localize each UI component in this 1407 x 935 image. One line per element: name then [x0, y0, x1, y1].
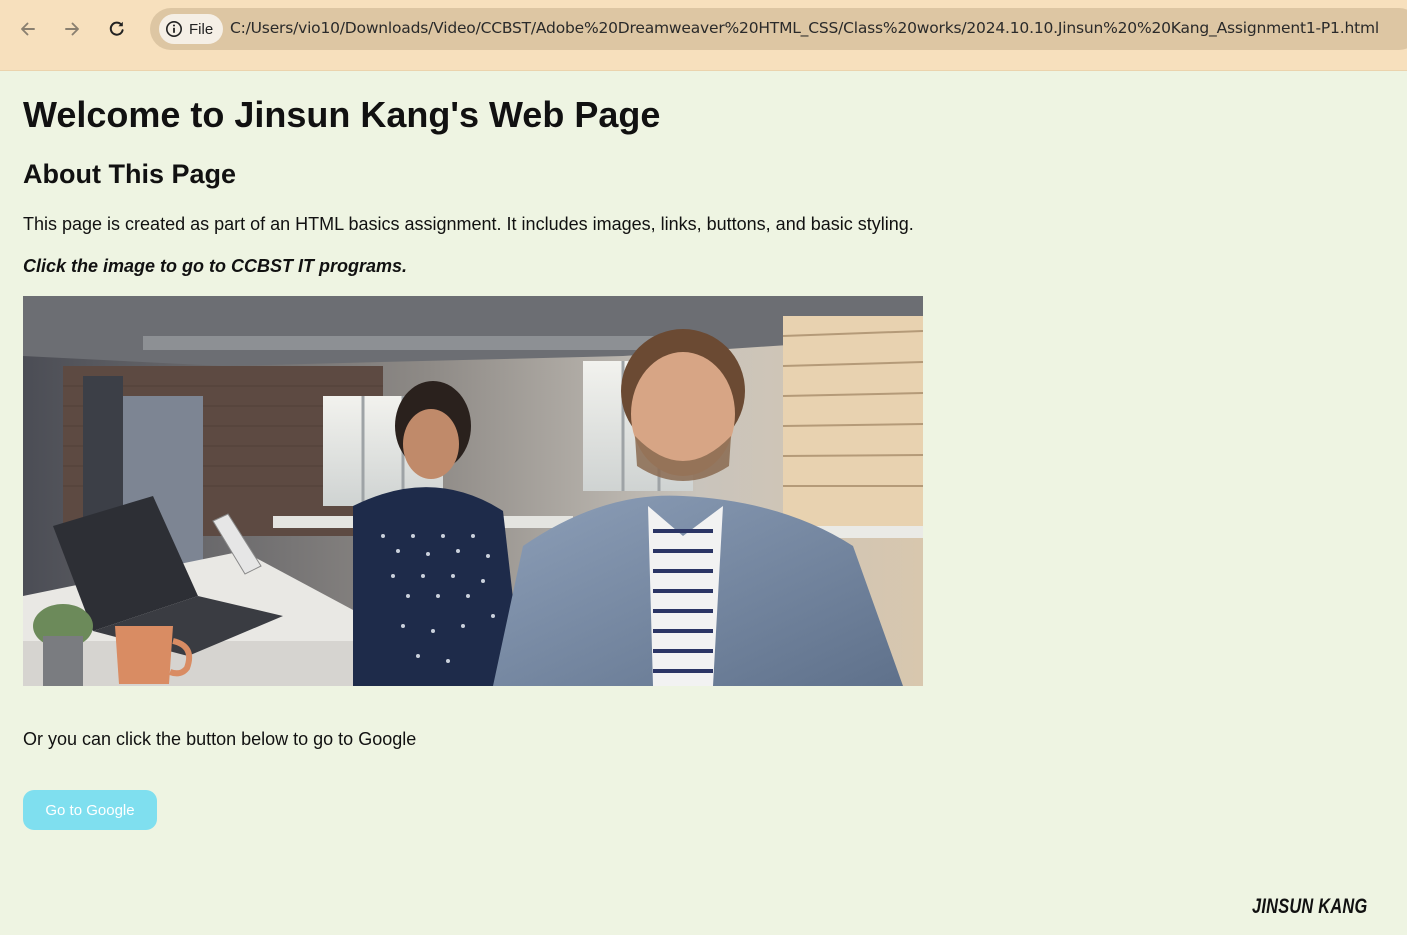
- author-signature: JINSUN KANG: [1252, 895, 1368, 918]
- go-to-google-button[interactable]: Go to Google: [23, 790, 157, 830]
- url-text[interactable]: C:/Users/vio10/Downloads/Video/CCBST/Ado…: [230, 19, 1379, 37]
- image-instruction: Click the image to go to CCBST IT progra…: [23, 256, 408, 276]
- site-chip-label: File: [189, 20, 214, 38]
- reload-button[interactable]: [100, 12, 134, 46]
- site-info-chip[interactable]: File: [159, 14, 224, 44]
- back-arrow-icon: [21, 22, 35, 36]
- reload-icon: [109, 21, 124, 36]
- google-instruction: Or you can click the button below to go …: [23, 729, 417, 749]
- office-coworkers-photo: [23, 296, 923, 686]
- forward-arrow-icon: [65, 22, 79, 36]
- browser-toolbar: File C:/Users/vio10/Downloads/Video/CCBS…: [0, 0, 1407, 71]
- ccbst-image-link[interactable]: [23, 296, 923, 686]
- address-bar[interactable]: File C:/Users/vio10/Downloads/Video/CCBS…: [150, 8, 1407, 50]
- info-icon: [166, 21, 182, 37]
- about-heading: About This Page: [23, 159, 237, 189]
- page-title: Welcome to Jinsun Kang's Web Page: [23, 94, 661, 135]
- back-button[interactable]: [11, 12, 45, 46]
- intro-paragraph: This page is created as part of an HTML …: [23, 214, 914, 234]
- forward-button[interactable]: [55, 12, 89, 46]
